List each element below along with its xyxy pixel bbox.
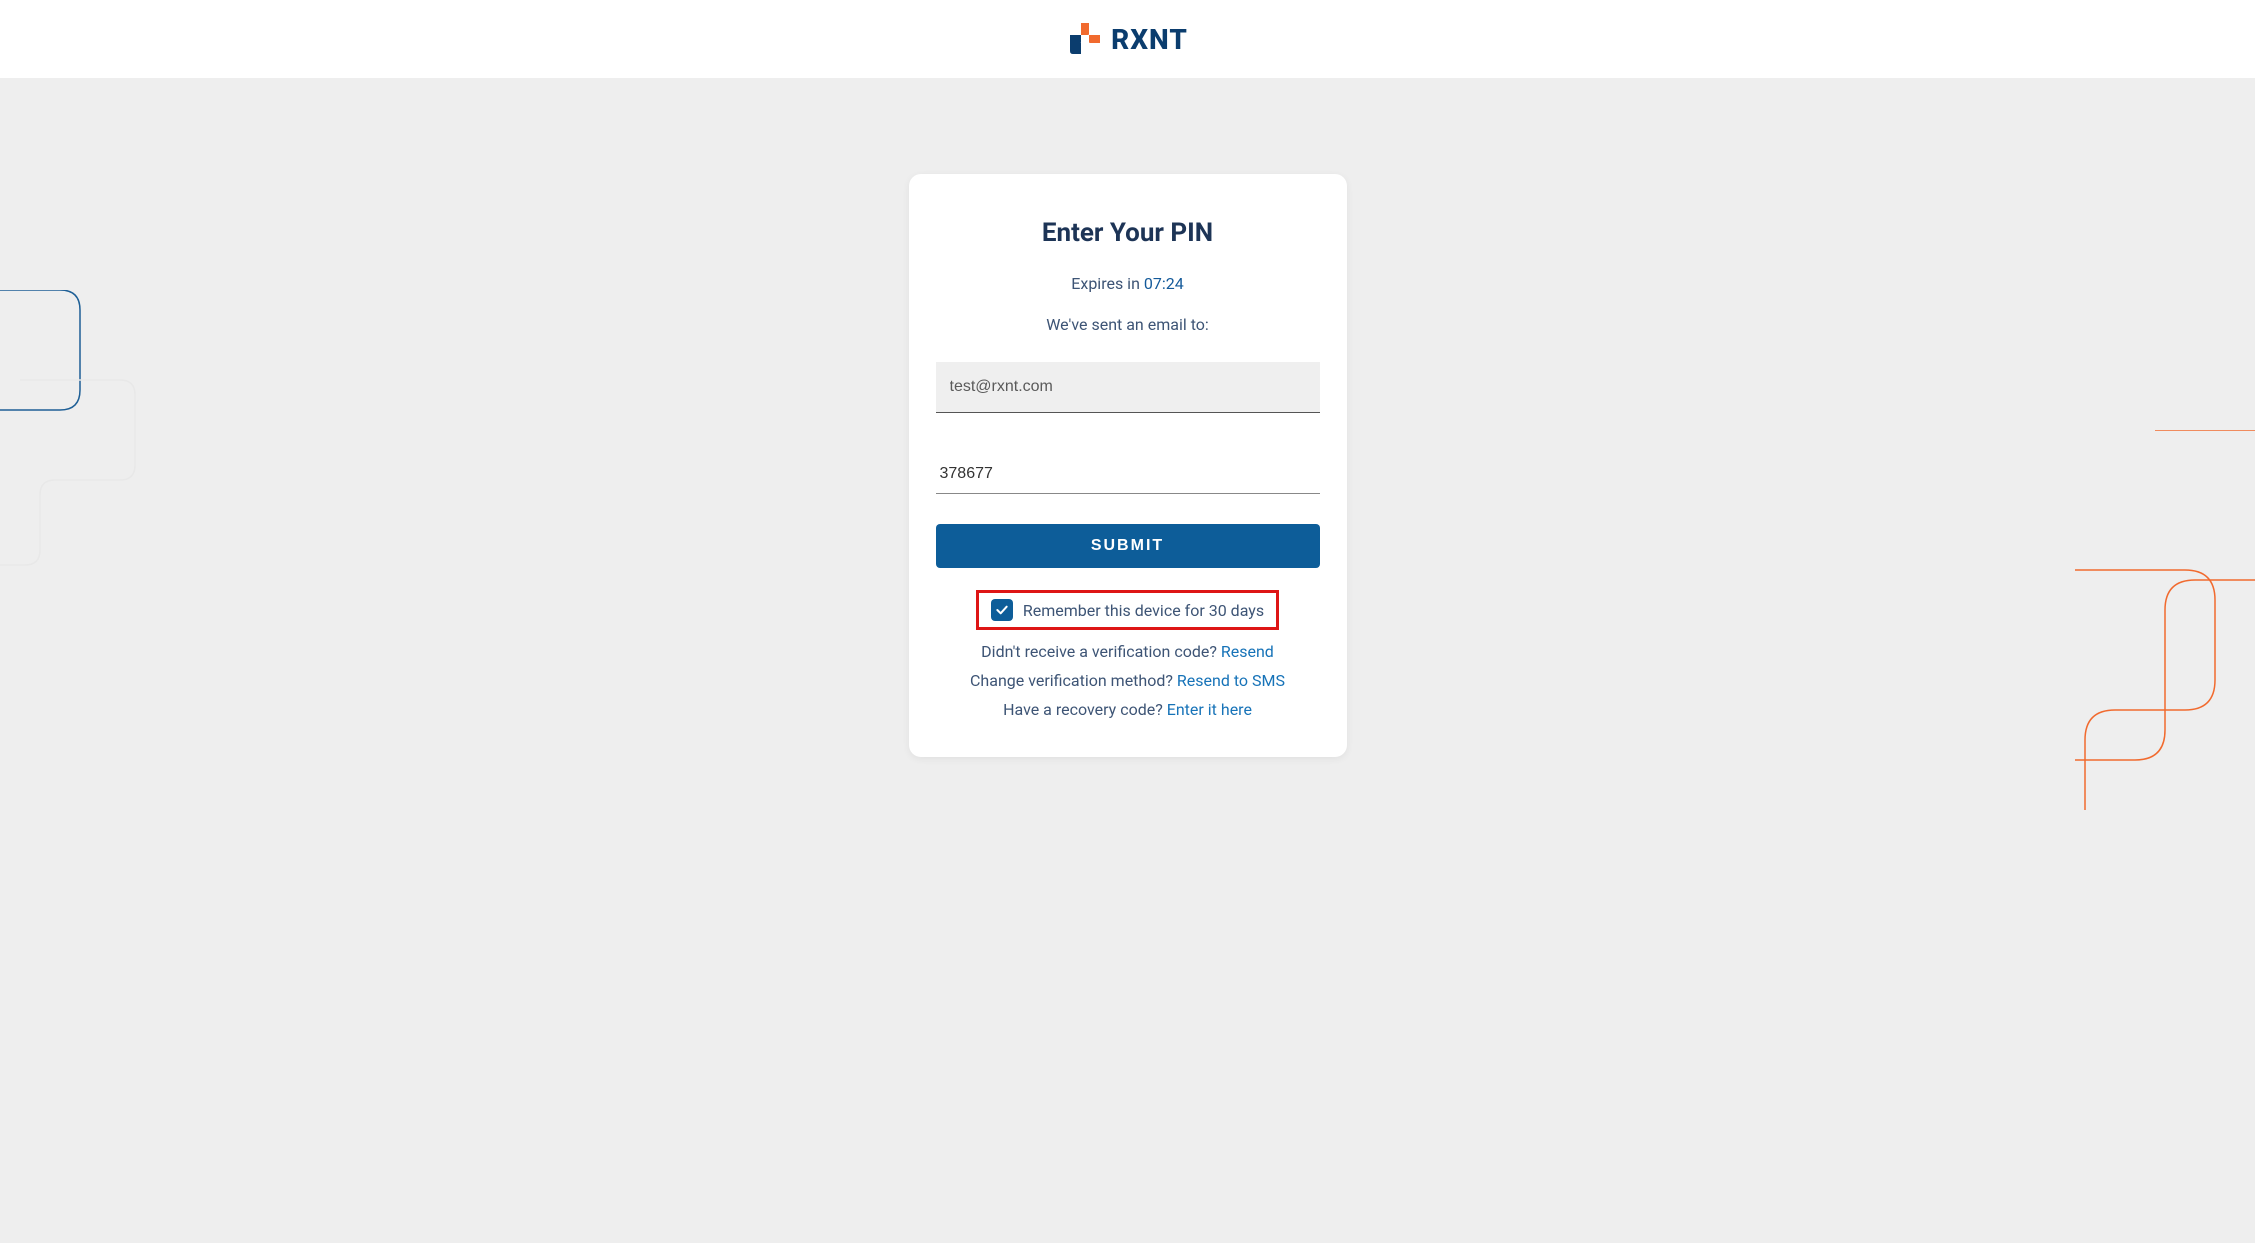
- expires-text: Expires in 07:24: [936, 274, 1320, 293]
- recovery-link[interactable]: Enter it here: [1167, 700, 1252, 719]
- recovery-row: Have a recovery code? Enter it here: [936, 700, 1320, 719]
- logo-plus-icon: [1067, 21, 1103, 57]
- logo-text: RXNT: [1111, 23, 1188, 56]
- sent-email-text: We've sent an email to:: [936, 315, 1320, 334]
- pin-input[interactable]: [936, 455, 1320, 494]
- checkmark-icon: [994, 602, 1010, 618]
- email-field[interactable]: [936, 362, 1320, 413]
- recovery-prefix: Have a recovery code?: [1003, 700, 1167, 719]
- main-content: Enter Your PIN Expires in 07:24 We've se…: [0, 78, 2255, 837]
- remember-device-row: Remember this device for 30 days: [976, 590, 1279, 630]
- change-method-row: Change verification method? Resend to SM…: [936, 671, 1320, 690]
- logo: RXNT: [1067, 21, 1188, 57]
- resend-link[interactable]: Resend: [1221, 642, 1274, 661]
- pin-card: Enter Your PIN Expires in 07:24 We've se…: [909, 174, 1347, 757]
- expires-prefix: Expires in: [1071, 274, 1144, 293]
- page-header: RXNT: [0, 0, 2255, 78]
- remember-checkbox[interactable]: [991, 599, 1013, 621]
- expires-time: 07:24: [1144, 274, 1184, 293]
- card-title: Enter Your PIN: [936, 218, 1320, 248]
- remember-label: Remember this device for 30 days: [1023, 601, 1264, 620]
- change-prefix: Change verification method?: [970, 671, 1177, 690]
- resend-row: Didn't receive a verification code? Rese…: [936, 642, 1320, 661]
- resend-prefix: Didn't receive a verification code?: [981, 642, 1221, 661]
- submit-button[interactable]: SUBMIT: [936, 524, 1320, 568]
- resend-sms-link[interactable]: Resend to SMS: [1177, 671, 1285, 690]
